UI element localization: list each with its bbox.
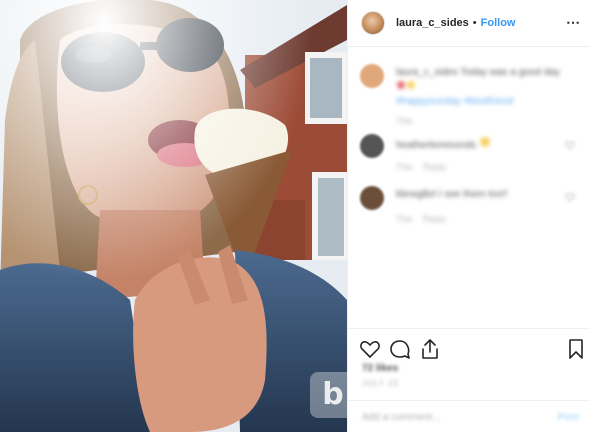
more-options-icon[interactable]: ⋯ bbox=[566, 14, 581, 31]
follow-button[interactable]: Follow bbox=[481, 17, 516, 29]
post-details-panel: laura_c_sides • Follow ⋯ laura_c_sides T… bbox=[347, 0, 590, 432]
comment-icon[interactable] bbox=[388, 337, 412, 361]
comment-hashtags[interactable]: #happysunday #bestfriend bbox=[396, 96, 513, 107]
separator-dot: • bbox=[472, 17, 477, 29]
comment-meta: 70w bbox=[396, 116, 413, 126]
share-icon[interactable] bbox=[418, 337, 442, 361]
comment-body: heatherlemmonds bbox=[396, 140, 477, 151]
list-item: heatherlemmonds 70w Reply bbox=[360, 134, 585, 176]
like-comment-heart-icon[interactable] bbox=[565, 140, 575, 150]
comment-body: laura_c_sides Today was a good day bbox=[396, 67, 560, 78]
list-item: kbrwglbrl I see them too!! 70w Reply bbox=[360, 186, 585, 228]
heart-icon[interactable] bbox=[358, 337, 382, 361]
photo-image bbox=[0, 0, 347, 432]
likes-count[interactable]: 72 likes bbox=[362, 363, 398, 374]
post-actions bbox=[348, 328, 590, 368]
like-comment-heart-icon[interactable] bbox=[565, 192, 575, 202]
emoji-icon bbox=[479, 137, 490, 147]
avatar[interactable] bbox=[361, 11, 385, 35]
comment-input[interactable]: Add a comment... bbox=[362, 412, 440, 423]
add-comment-bar: Add a comment... Post bbox=[348, 400, 590, 432]
comment-meta: 70w Reply bbox=[396, 214, 447, 224]
comment-text: heatherlemmonds bbox=[396, 136, 576, 153]
emoji-icon bbox=[397, 81, 415, 89]
username-link[interactable]: laura_c_sides bbox=[396, 17, 469, 29]
bookmark-icon[interactable] bbox=[564, 337, 588, 361]
comment-avatar[interactable] bbox=[360, 134, 384, 158]
comment-text: laura_c_sides Today was a good day #happ… bbox=[396, 66, 576, 109]
comment-avatar[interactable] bbox=[360, 64, 384, 88]
post-header: laura_c_sides • Follow ⋯ bbox=[348, 0, 590, 47]
comment-meta: 70w Reply bbox=[396, 162, 447, 172]
watermark-logo: b bbox=[310, 372, 347, 418]
comments-list: laura_c_sides Today was a good day #happ… bbox=[348, 48, 590, 328]
list-item: laura_c_sides Today was a good day #happ… bbox=[360, 64, 585, 126]
comment-text: kbrwglbrl I see them too!! bbox=[396, 188, 576, 202]
post-photo[interactable]: b bbox=[0, 0, 347, 432]
comment-body: kbrwglbrl I see them too!! bbox=[396, 189, 508, 200]
comment-avatar[interactable] bbox=[360, 186, 384, 210]
post-comment-button[interactable]: Post bbox=[557, 412, 579, 423]
post-date: JULY 22 bbox=[362, 379, 399, 388]
